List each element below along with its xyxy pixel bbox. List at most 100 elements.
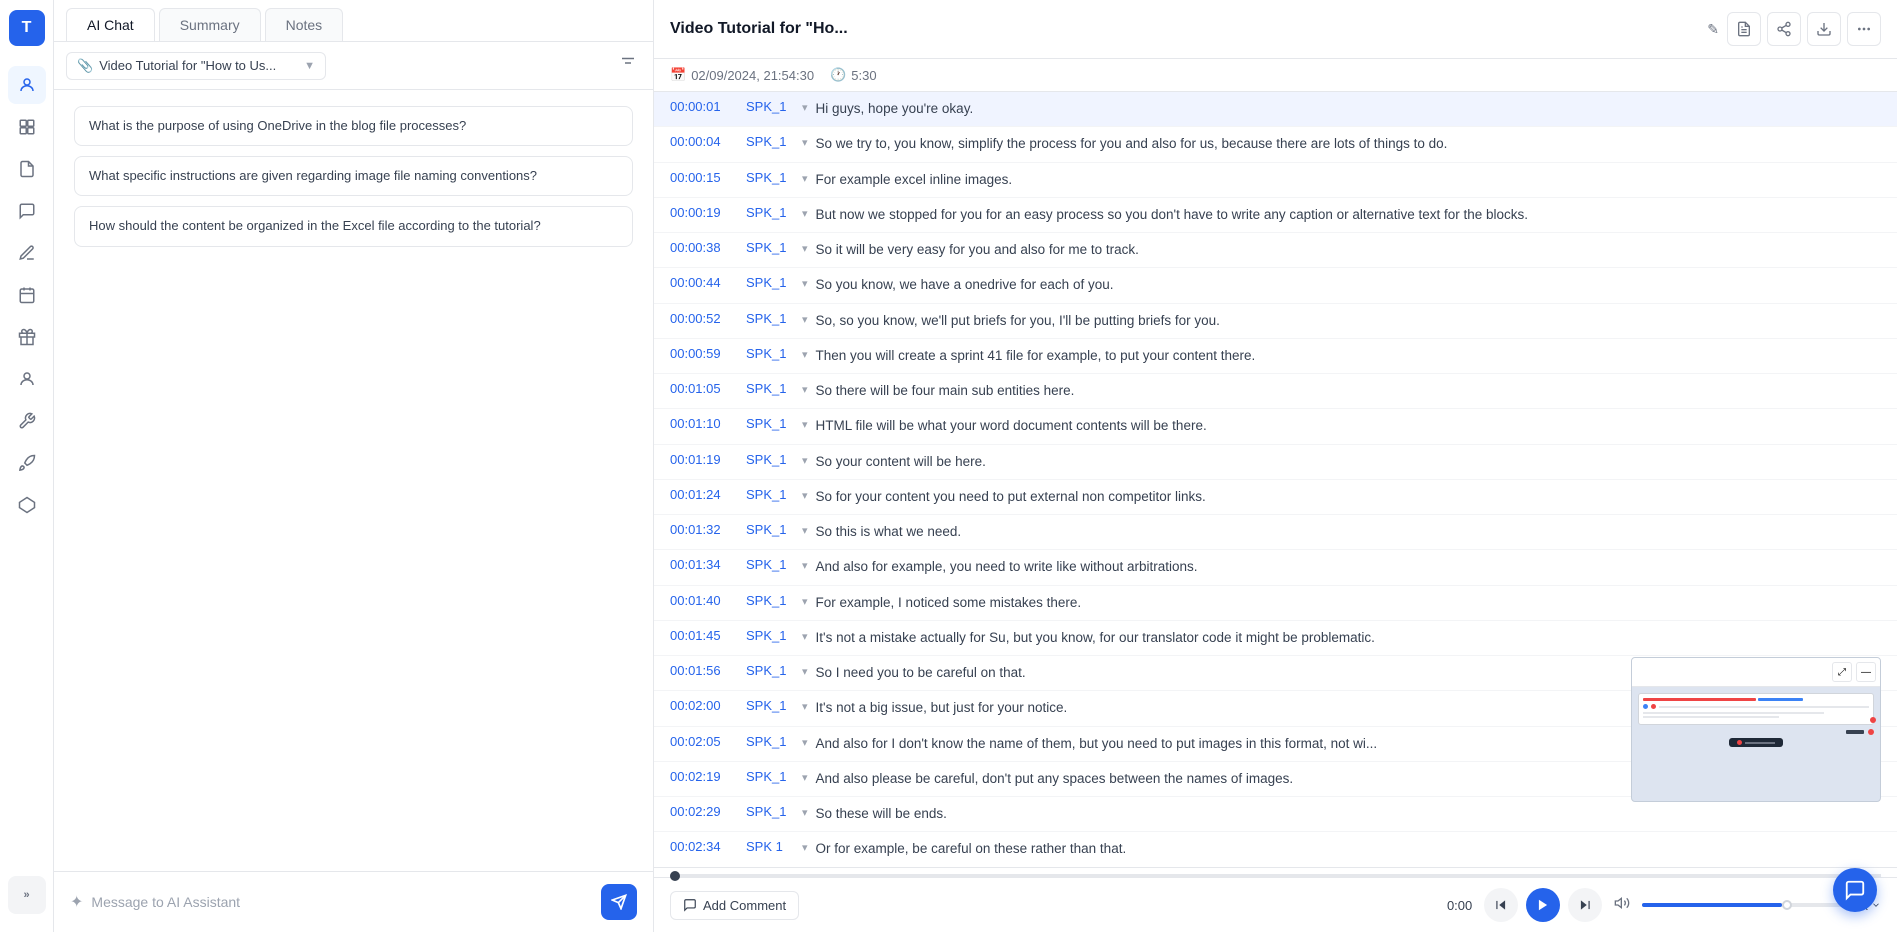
transcript-chevron: ▾: [802, 348, 808, 361]
thumbnail-topbar: ⤢ —: [1632, 658, 1880, 687]
skip-back-button[interactable]: [1484, 888, 1518, 922]
suggestion-2[interactable]: What specific instructions are given reg…: [74, 156, 633, 196]
transcript-row[interactable]: 00:00:52 SPK_1 ▾ So, so you know, we'll …: [654, 304, 1897, 339]
share-action-button[interactable]: [1767, 12, 1801, 46]
chat-bubble-button[interactable]: [1833, 868, 1877, 912]
transcript-text: So your content will be here.: [816, 452, 1881, 472]
transcript-speaker: SPK_1: [746, 593, 794, 608]
sidebar-item-calendar[interactable]: [8, 276, 46, 314]
download-action-button[interactable]: [1807, 12, 1841, 46]
header-actions: [1727, 12, 1881, 46]
transcript-time: 00:00:59: [670, 346, 738, 361]
transcript-time: 00:01:45: [670, 628, 738, 643]
thumbnail-close-btn[interactable]: —: [1856, 662, 1876, 682]
transcript-chevron: ▾: [802, 559, 808, 572]
skip-forward-button[interactable]: [1568, 888, 1602, 922]
send-button[interactable]: [601, 884, 637, 920]
transcript-row[interactable]: 00:00:04 SPK_1 ▾ So we try to, you know,…: [654, 127, 1897, 162]
transcript-time: 00:00:52: [670, 311, 738, 326]
sidebar-item-chat[interactable]: [8, 192, 46, 230]
transcript-row[interactable]: 00:01:05 SPK_1 ▾ So there will be four m…: [654, 374, 1897, 409]
transcript-chevron: ▾: [802, 313, 808, 326]
transcript-speaker: SPK 1: [746, 839, 794, 854]
transcript-row[interactable]: 00:01:45 SPK_1 ▾ It's not a mistake actu…: [654, 621, 1897, 656]
transcript-row[interactable]: 00:01:10 SPK_1 ▾ HTML file will be what …: [654, 409, 1897, 444]
doc-action-button[interactable]: [1727, 12, 1761, 46]
transcript-time: 00:00:44: [670, 275, 738, 290]
transcript-row[interactable]: 00:01:24 SPK_1 ▾ So for your content you…: [654, 480, 1897, 515]
transcript-row[interactable]: 00:01:34 SPK_1 ▾ And also for example, y…: [654, 550, 1897, 585]
player-time-display: 0:00: [1447, 898, 1472, 913]
transcript-row[interactable]: 00:02:34 SPK 1 ▾ Or for example, be care…: [654, 832, 1897, 867]
transcript-row[interactable]: 00:00:44 SPK_1 ▾ So you know, we have a …: [654, 268, 1897, 303]
transcript-row[interactable]: 00:00:59 SPK_1 ▾ Then you will create a …: [654, 339, 1897, 374]
transcript-chevron: ▾: [802, 277, 808, 290]
transcript-row[interactable]: 00:01:19 SPK_1 ▾ So your content will be…: [654, 445, 1897, 480]
transcript-row[interactable]: 00:00:19 SPK_1 ▾ But now we stopped for …: [654, 198, 1897, 233]
transcript-speaker: SPK_1: [746, 240, 794, 255]
transcript-speaker: SPK_1: [746, 557, 794, 572]
message-input[interactable]: [91, 894, 593, 910]
edit-title-icon[interactable]: ✎: [1707, 21, 1719, 38]
sidebar-item-gift[interactable]: [8, 318, 46, 356]
transcript-chevron: ▾: [802, 242, 808, 255]
transcript-time: 00:01:34: [670, 557, 738, 572]
volume-button[interactable]: [1614, 895, 1630, 916]
play-button[interactable]: [1526, 888, 1560, 922]
tab-ai-chat[interactable]: AI Chat: [66, 8, 155, 41]
transcript-text: It's not a mistake actually for Su, but …: [816, 628, 1881, 648]
filter-button[interactable]: [615, 50, 641, 81]
sidebar-item-edit[interactable]: [8, 234, 46, 272]
sidebar-item-users[interactable]: [8, 66, 46, 104]
transcript-text: So this is what we need.: [816, 522, 1881, 542]
transcript-text: For example, I noticed some mistakes the…: [816, 593, 1881, 613]
suggestions-area: What is the purpose of using OneDrive in…: [54, 90, 653, 871]
transcript-speaker: SPK_1: [746, 769, 794, 784]
sidebar-item-person[interactable]: [8, 360, 46, 398]
transcript-row[interactable]: 00:01:32 SPK_1 ▾ So this is what we need…: [654, 515, 1897, 550]
page-title: Video Tutorial for "Ho...: [670, 20, 1699, 38]
transcript-chevron: ▾: [802, 524, 808, 537]
sidebar-expand-btn[interactable]: »: [8, 876, 46, 914]
seek-bar[interactable]: [670, 874, 1881, 877]
transcript-speaker: SPK_1: [746, 205, 794, 220]
transcript-text: So we try to, you know, simplify the pro…: [816, 134, 1881, 154]
transcript-chevron: ▾: [802, 418, 808, 431]
message-input-area: ✦: [54, 871, 653, 932]
tab-notes[interactable]: Notes: [265, 8, 344, 41]
volume-thumb[interactable]: [1782, 900, 1792, 910]
more-action-button[interactable]: [1847, 12, 1881, 46]
seek-bar-container[interactable]: [654, 867, 1897, 877]
thumbnail-expand-btn[interactable]: ⤢: [1832, 662, 1852, 682]
transcript-text: Or for example, be careful on these rath…: [816, 839, 1881, 859]
seek-bar-thumb[interactable]: [670, 871, 680, 881]
volume-fill: [1642, 903, 1782, 907]
transcript-time: 00:02:05: [670, 734, 738, 749]
file-selector-dropdown[interactable]: 📎 Video Tutorial for "How to Us... ▼: [66, 52, 326, 80]
tab-summary[interactable]: Summary: [159, 8, 261, 41]
transcript-time: 00:00:15: [670, 170, 738, 185]
sidebar-item-grid[interactable]: [8, 108, 46, 146]
transcript-speaker: SPK_1: [746, 698, 794, 713]
transcript-row[interactable]: 00:02:29 SPK_1 ▾ So these will be ends.: [654, 797, 1897, 832]
sidebar-item-rocket[interactable]: [8, 444, 46, 482]
volume-slider[interactable]: [1642, 903, 1842, 907]
transcript-row[interactable]: 00:01:40 SPK_1 ▾ For example, I noticed …: [654, 586, 1897, 621]
player-controls: [1484, 888, 1602, 922]
transcript-chevron: ▾: [802, 595, 808, 608]
transcript-text: For example excel inline images.: [816, 170, 1881, 190]
transcript-row[interactable]: 00:00:01 SPK_1 ▾ Hi guys, hope you're ok…: [654, 92, 1897, 127]
sidebar-item-tools[interactable]: [8, 402, 46, 440]
transcript-text: HTML file will be what your word documen…: [816, 416, 1881, 436]
transcript-chevron: ▾: [802, 806, 808, 819]
transcript-row[interactable]: 00:00:38 SPK_1 ▾ So it will be very easy…: [654, 233, 1897, 268]
suggestion-1[interactable]: What is the purpose of using OneDrive in…: [74, 106, 633, 146]
app-logo: T: [9, 10, 45, 46]
sidebar-item-document[interactable]: [8, 150, 46, 188]
suggestion-3[interactable]: How should the content be organized in t…: [74, 206, 633, 246]
add-comment-button[interactable]: Add Comment: [670, 891, 799, 920]
transcript-time: 00:01:05: [670, 381, 738, 396]
sidebar-item-diamond[interactable]: [8, 486, 46, 524]
transcript-row[interactable]: 00:00:15 SPK_1 ▾ For example excel inlin…: [654, 163, 1897, 198]
transcript-chevron: ▾: [802, 136, 808, 149]
